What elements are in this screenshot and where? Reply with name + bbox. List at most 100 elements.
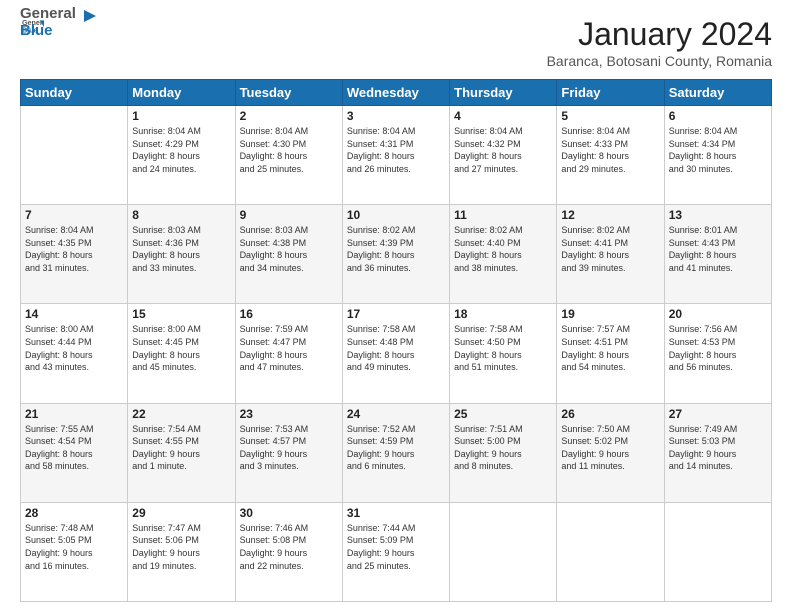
- calendar-cell-3-1: 22 Sunrise: 7:54 AM Sunset: 4:55 PM Dayli…: [128, 403, 235, 502]
- calendar-cell-0-3: 3 Sunrise: 8:04 AM Sunset: 4:31 PM Daylig…: [342, 106, 449, 205]
- calendar-cell-0-5: 5 Sunrise: 8:04 AM Sunset: 4:33 PM Daylig…: [557, 106, 664, 205]
- day-number: 22: [132, 407, 230, 421]
- week-row-5: 28Sunrise: 7:48 AM Sunset: 5:05 PM Dayli…: [21, 502, 772, 601]
- day-number: 14: [25, 307, 123, 321]
- calendar-cell-3-4: 25 Sunrise: 7:51 AM Sunset: 5:00 PM Dayli…: [450, 403, 557, 502]
- week-row-2: 7 Sunrise: 8:04 AM Sunset: 4:35 PM Daylig…: [21, 205, 772, 304]
- calendar-cell-1-6: 13Sunrise: 8:01 AM Sunset: 4:43 PM Dayli…: [664, 205, 771, 304]
- day-number: 18: [454, 307, 552, 321]
- col-thursday: Thursday: [450, 80, 557, 106]
- day-number: 20: [669, 307, 767, 321]
- day-info: Sunrise: 7:51 AM Sunset: 5:00 PM Dayligh…: [454, 423, 552, 473]
- day-number: 11: [454, 208, 552, 222]
- calendar-cell-0-2: 2 Sunrise: 8:04 AM Sunset: 4:30 PM Daylig…: [235, 106, 342, 205]
- day-info: Sunrise: 7:58 AM Sunset: 4:48 PM Dayligh…: [347, 323, 445, 373]
- calendar-header-row: Sunday Monday Tuesday Wednesday Thursday…: [21, 80, 772, 106]
- day-number: 17: [347, 307, 445, 321]
- day-info: Sunrise: 7:54 AM Sunset: 4:55 PM Dayligh…: [132, 423, 230, 473]
- day-info: Sunrise: 8:00 AM Sunset: 4:45 PM Dayligh…: [132, 323, 230, 373]
- calendar-cell-2-5: 19Sunrise: 7:57 AM Sunset: 4:51 PM Dayli…: [557, 304, 664, 403]
- location-title: Baranca, Botosani County, Romania: [547, 53, 772, 69]
- day-info: Sunrise: 7:47 AM Sunset: 5:06 PM Dayligh…: [132, 522, 230, 572]
- day-number: 6: [669, 109, 767, 123]
- day-number: 2: [240, 109, 338, 123]
- calendar-cell-1-2: 9Sunrise: 8:03 AM Sunset: 4:38 PM Daylig…: [235, 205, 342, 304]
- calendar-cell-2-4: 18Sunrise: 7:58 AM Sunset: 4:50 PM Dayli…: [450, 304, 557, 403]
- day-info: Sunrise: 8:04 AM Sunset: 4:29 PM Dayligh…: [132, 125, 230, 175]
- calendar-cell-4-1: 29 Sunrise: 7:47 AM Sunset: 5:06 PM Dayli…: [128, 502, 235, 601]
- day-info: Sunrise: 7:48 AM Sunset: 5:05 PM Dayligh…: [25, 522, 123, 572]
- day-info: Sunrise: 8:04 AM Sunset: 4:32 PM Dayligh…: [454, 125, 552, 175]
- calendar-cell-0-0: [21, 106, 128, 205]
- calendar-cell-4-0: 28Sunrise: 7:48 AM Sunset: 5:05 PM Dayli…: [21, 502, 128, 601]
- calendar-cell-2-3: 17 Sunrise: 7:58 AM Sunset: 4:48 PM Dayli…: [342, 304, 449, 403]
- calendar-cell-1-3: 10Sunrise: 8:02 AM Sunset: 4:39 PM Dayli…: [342, 205, 449, 304]
- day-number: 5: [561, 109, 659, 123]
- day-number: 30: [240, 506, 338, 520]
- day-number: 25: [454, 407, 552, 421]
- logo: General Blue General Blue: [20, 16, 98, 40]
- logo-blue: Blue: [20, 22, 76, 39]
- calendar-cell-1-0: 7 Sunrise: 8:04 AM Sunset: 4:35 PM Daylig…: [21, 205, 128, 304]
- col-monday: Monday: [128, 80, 235, 106]
- calendar-cell-4-2: 30Sunrise: 7:46 AM Sunset: 5:08 PM Dayli…: [235, 502, 342, 601]
- calendar-cell-2-0: 14Sunrise: 8:00 AM Sunset: 4:44 PM Dayli…: [21, 304, 128, 403]
- day-info: Sunrise: 8:02 AM Sunset: 4:41 PM Dayligh…: [561, 224, 659, 274]
- calendar-table: Sunday Monday Tuesday Wednesday Thursday…: [20, 79, 772, 602]
- day-number: 24: [347, 407, 445, 421]
- week-row-1: 1 Sunrise: 8:04 AM Sunset: 4:29 PM Daylig…: [21, 106, 772, 205]
- calendar-cell-3-2: 23Sunrise: 7:53 AM Sunset: 4:57 PM Dayli…: [235, 403, 342, 502]
- col-wednesday: Wednesday: [342, 80, 449, 106]
- col-friday: Friday: [557, 80, 664, 106]
- day-number: 15: [132, 307, 230, 321]
- week-row-3: 14Sunrise: 8:00 AM Sunset: 4:44 PM Dayli…: [21, 304, 772, 403]
- calendar-cell-4-4: [450, 502, 557, 601]
- day-number: 1: [132, 109, 230, 123]
- day-info: Sunrise: 8:04 AM Sunset: 4:30 PM Dayligh…: [240, 125, 338, 175]
- calendar-body: 1 Sunrise: 8:04 AM Sunset: 4:29 PM Daylig…: [21, 106, 772, 602]
- calendar-cell-0-1: 1 Sunrise: 8:04 AM Sunset: 4:29 PM Daylig…: [128, 106, 235, 205]
- col-tuesday: Tuesday: [235, 80, 342, 106]
- day-number: 9: [240, 208, 338, 222]
- calendar-cell-3-0: 21Sunrise: 7:55 AM Sunset: 4:54 PM Dayli…: [21, 403, 128, 502]
- day-number: 3: [347, 109, 445, 123]
- logo-general: General: [20, 5, 76, 22]
- day-number: 4: [454, 109, 552, 123]
- day-info: Sunrise: 8:02 AM Sunset: 4:40 PM Dayligh…: [454, 224, 552, 274]
- day-info: Sunrise: 7:53 AM Sunset: 4:57 PM Dayligh…: [240, 423, 338, 473]
- calendar-cell-1-4: 11 Sunrise: 8:02 AM Sunset: 4:40 PM Dayli…: [450, 205, 557, 304]
- day-number: 27: [669, 407, 767, 421]
- calendar-cell-3-5: 26 Sunrise: 7:50 AM Sunset: 5:02 PM Dayli…: [557, 403, 664, 502]
- col-saturday: Saturday: [664, 80, 771, 106]
- day-info: Sunrise: 7:57 AM Sunset: 4:51 PM Dayligh…: [561, 323, 659, 373]
- day-info: Sunrise: 8:04 AM Sunset: 4:34 PM Dayligh…: [669, 125, 767, 175]
- calendar-cell-3-6: 27 Sunrise: 7:49 AM Sunset: 5:03 PM Dayli…: [664, 403, 771, 502]
- title-block: January 2024 Baranca, Botosani County, R…: [547, 16, 772, 69]
- day-info: Sunrise: 7:49 AM Sunset: 5:03 PM Dayligh…: [669, 423, 767, 473]
- calendar-cell-2-1: 15 Sunrise: 8:00 AM Sunset: 4:45 PM Dayli…: [128, 304, 235, 403]
- calendar-cell-4-3: 31Sunrise: 7:44 AM Sunset: 5:09 PM Dayli…: [342, 502, 449, 601]
- day-info: Sunrise: 7:44 AM Sunset: 5:09 PM Dayligh…: [347, 522, 445, 572]
- logo-flag-icon: [78, 8, 98, 28]
- day-info: Sunrise: 7:55 AM Sunset: 4:54 PM Dayligh…: [25, 423, 123, 473]
- day-info: Sunrise: 7:59 AM Sunset: 4:47 PM Dayligh…: [240, 323, 338, 373]
- calendar-cell-1-1: 8Sunrise: 8:03 AM Sunset: 4:36 PM Daylig…: [128, 205, 235, 304]
- day-info: Sunrise: 8:04 AM Sunset: 4:33 PM Dayligh…: [561, 125, 659, 175]
- calendar-cell-2-2: 16 Sunrise: 7:59 AM Sunset: 4:47 PM Dayli…: [235, 304, 342, 403]
- day-number: 16: [240, 307, 338, 321]
- col-sunday: Sunday: [21, 80, 128, 106]
- calendar-cell-2-6: 20Sunrise: 7:56 AM Sunset: 4:53 PM Dayli…: [664, 304, 771, 403]
- calendar-cell-1-5: 12 Sunrise: 8:02 AM Sunset: 4:41 PM Dayli…: [557, 205, 664, 304]
- day-number: 29: [132, 506, 230, 520]
- day-number: 7: [25, 208, 123, 222]
- calendar-cell-3-3: 24 Sunrise: 7:52 AM Sunset: 4:59 PM Dayli…: [342, 403, 449, 502]
- day-number: 26: [561, 407, 659, 421]
- day-info: Sunrise: 8:04 AM Sunset: 4:35 PM Dayligh…: [25, 224, 123, 274]
- day-info: Sunrise: 8:04 AM Sunset: 4:31 PM Dayligh…: [347, 125, 445, 175]
- day-info: Sunrise: 7:50 AM Sunset: 5:02 PM Dayligh…: [561, 423, 659, 473]
- day-info: Sunrise: 7:52 AM Sunset: 4:59 PM Dayligh…: [347, 423, 445, 473]
- month-title: January 2024: [547, 16, 772, 53]
- day-number: 12: [561, 208, 659, 222]
- day-info: Sunrise: 8:02 AM Sunset: 4:39 PM Dayligh…: [347, 224, 445, 274]
- logo-block: General Blue General Blue: [20, 16, 98, 40]
